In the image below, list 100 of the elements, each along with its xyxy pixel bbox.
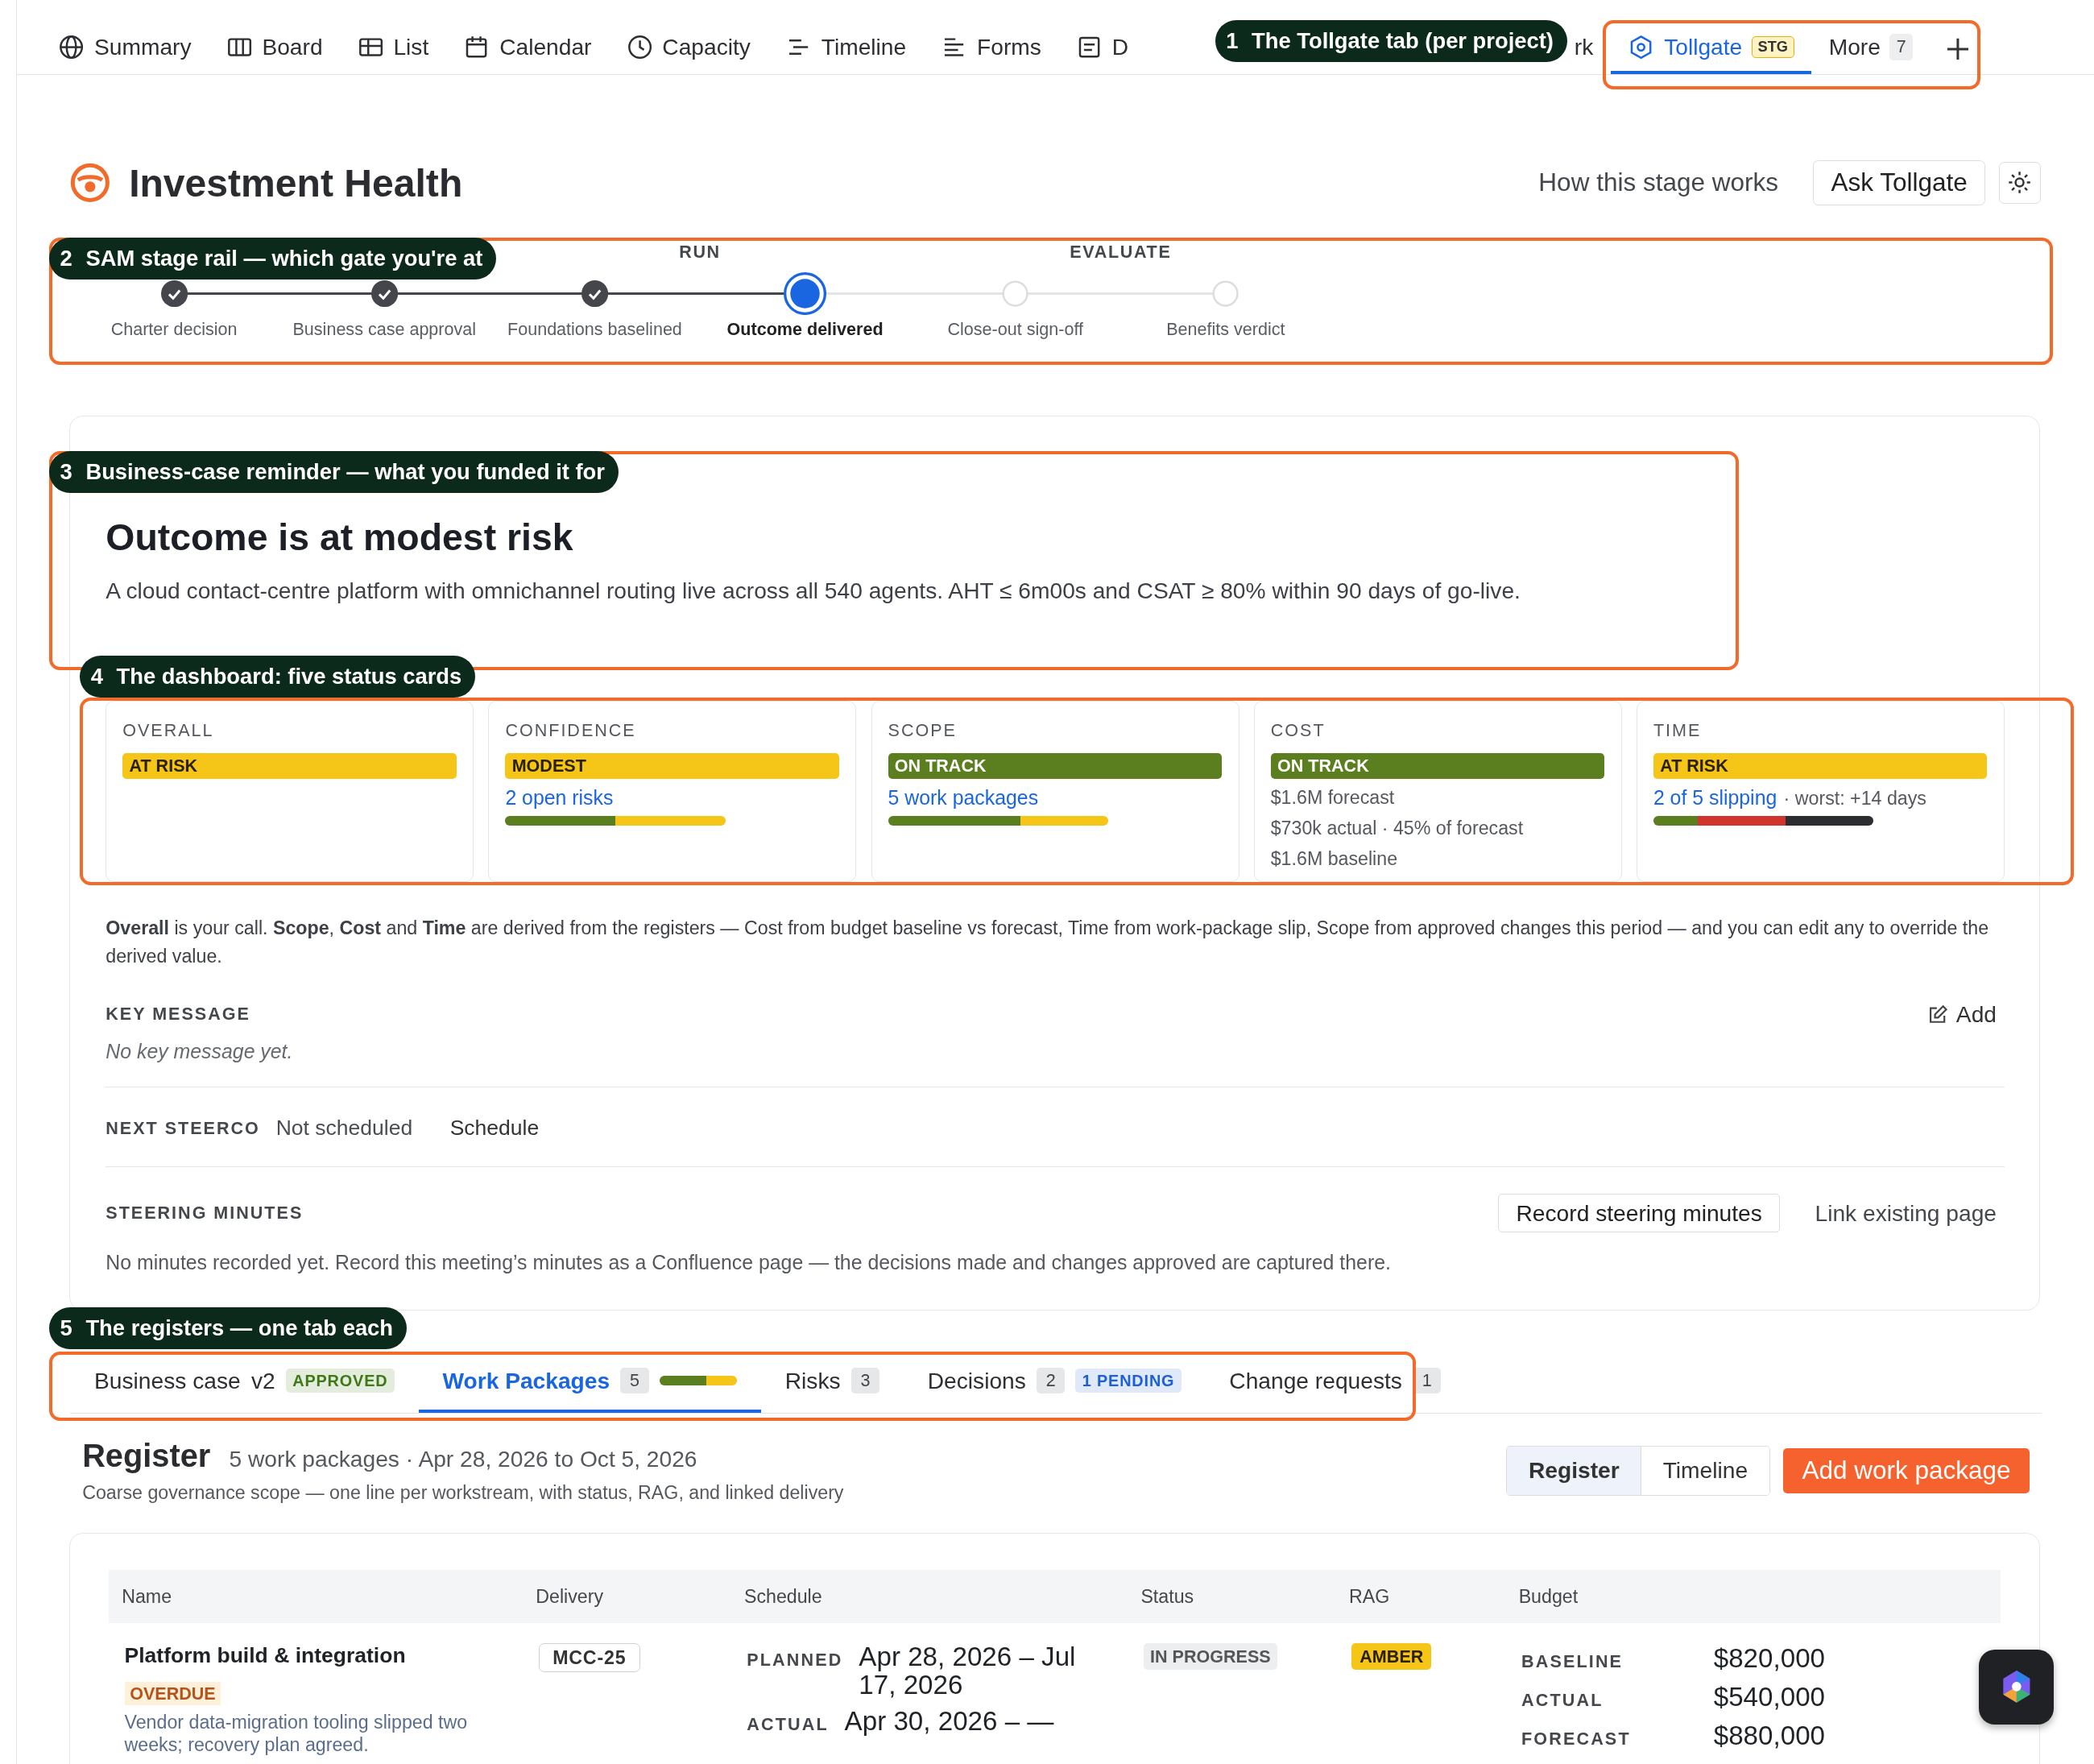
cost-line: $1.6M forecast <box>1270 785 1396 810</box>
link-button[interactable]: Link existing page <box>1806 1198 2005 1228</box>
phase-label: EVALUATE <box>1069 241 1173 263</box>
schedule-dates: Apr 30, 2026 – — <box>844 1707 1055 1736</box>
card-note: · worst: +14 days <box>1783 787 1926 810</box>
callout-label: 4 The dashboard: five status cards <box>80 656 475 698</box>
budget-value: $540,000 <box>1713 1682 1826 1713</box>
schedule-dates: Apr 28, 2026 – Jul 17, 2026 <box>859 1643 1077 1700</box>
edit-icon <box>1928 1004 1948 1025</box>
version-label: v2 <box>250 1367 275 1394</box>
rag-badge: AMBER <box>1351 1643 1432 1670</box>
assistant-button[interactable] <box>1979 1649 2055 1725</box>
tab-badge: APPROVED <box>285 1369 395 1393</box>
stage-label: Foundations baselined <box>507 318 682 340</box>
record-button[interactable]: Record steering minutes <box>1497 1193 1781 1233</box>
budget-label: FORECAST <box>1521 1728 1632 1750</box>
stage-label: Benefits verdict <box>1166 318 1285 340</box>
stage-label: Business case approval <box>292 318 477 340</box>
nav-tab[interactable]: More 7 <box>1811 23 1931 74</box>
clock-icon <box>626 33 653 60</box>
add-button[interactable]: Add <box>1920 1000 2005 1029</box>
card-label: COST <box>1270 719 1326 741</box>
tab-badge: 1 PENDING <box>1075 1369 1181 1393</box>
stage-label: Charter decision <box>110 318 238 340</box>
nav-tab[interactable]: Summary <box>40 23 209 74</box>
tab-count: 5 <box>620 1367 649 1394</box>
section-label: KEY MESSAGE <box>106 1004 250 1025</box>
column-header: Name <box>122 1585 173 1608</box>
view-toggle[interactable]: Register <box>1507 1447 1642 1495</box>
outcome-heading: Outcome is at modest risk <box>106 516 574 560</box>
schedule-label: PLANNED <box>747 1650 843 1671</box>
callout-label: 1 The Tollgate tab (per project) <box>1215 19 1567 62</box>
stage-label: Outcome delivered <box>726 318 884 340</box>
callout-label: 5 The registers — one tab each <box>49 1307 407 1350</box>
phase-label: RUN <box>678 241 722 263</box>
tab-count: 7 <box>1889 34 1913 60</box>
status-badge: ON TRACK <box>1270 752 1605 780</box>
register-tab[interactable]: Change requests 1 <box>1205 1351 1466 1414</box>
register-tab[interactable]: Risks 3 <box>760 1351 904 1414</box>
nav-tab[interactable]: Board <box>209 23 341 74</box>
register-tab[interactable]: Decisions 2 1 PENDING <box>903 1351 1206 1414</box>
budget-value: $880,000 <box>1713 1720 1826 1751</box>
globe-icon <box>58 33 85 60</box>
overdue-badge: OVERDUE <box>124 1681 221 1706</box>
nav-tab[interactable]: D <box>1058 23 1146 74</box>
status-badge: ON TRACK <box>888 752 1223 780</box>
nav-tab[interactable]: List <box>340 23 446 74</box>
tab-count: 2 <box>1037 1367 1066 1394</box>
callout-label: 2 SAM stage rail — which gate you're at <box>49 238 496 280</box>
section-label: NEXT STEERCO <box>106 1117 260 1139</box>
status-badge: AT RISK <box>1653 752 1988 780</box>
budget-label: ACTUAL <box>1521 1690 1604 1712</box>
ask-button[interactable]: Ask Tollgate <box>1813 160 1986 205</box>
status-badge: IN PROGRESS <box>1143 1643 1277 1670</box>
card-label: TIME <box>1653 719 1703 741</box>
callout-label: 3 Business-case reminder — what you funded it for <box>49 451 619 494</box>
nav-tab[interactable]: Calendar <box>445 23 609 74</box>
stage-label: Close-out sign-off <box>947 318 1083 340</box>
outcome-description: A cloud contact-centre platform with omnichannel routing live across all 540 agents. AHT ≤ 6m00s and CSAT ≥ 80% within 90 days of go-live. <box>106 578 1521 605</box>
nav-tab[interactable]: Forms <box>923 23 1059 74</box>
steerco-value: Not scheduled <box>275 1116 413 1141</box>
card-link[interactable]: 5 work packages <box>888 785 1039 810</box>
package-name: Platform build & integration <box>124 1643 406 1669</box>
budget-value: $820,000 <box>1713 1643 1826 1675</box>
column-header: Delivery <box>536 1585 605 1608</box>
column-header: RAG <box>1349 1585 1391 1608</box>
register-subtitle: Coarse governance scope — one line per workstream, with status, RAG, and linked delivery <box>82 1481 845 1504</box>
cost-line: $1.6M baseline <box>1270 847 1399 871</box>
nav-tab[interactable]: rk <box>1570 23 1598 74</box>
section-label: STEERING MINUTES <box>106 1203 304 1224</box>
card-label: OVERALL <box>122 719 215 741</box>
card-link[interactable]: 2 of 5 slipping <box>1653 785 1777 810</box>
cost-line: $730k actual · 45% of forecast <box>1270 816 1525 840</box>
delivery-key[interactable]: MCC-25 <box>538 1643 641 1672</box>
empty-message: No key message yet. <box>106 1039 294 1063</box>
column-header: Budget <box>1518 1585 1579 1608</box>
nav-tab[interactable]: Tollgate STG <box>1610 23 1812 74</box>
register-tab[interactable]: Business case v2 APPROVED <box>70 1351 419 1414</box>
tab-badge: STG <box>1751 35 1794 58</box>
schedule-label: ACTUAL <box>747 1713 829 1735</box>
register-tab[interactable]: Work Packages 5 <box>418 1351 761 1414</box>
card-label: SCOPE <box>888 719 958 741</box>
column-header: Schedule <box>743 1585 823 1608</box>
nav-tab[interactable]: Timeline <box>768 23 924 74</box>
settings-button[interactable] <box>1999 162 2041 204</box>
register-title: Register <box>82 1438 211 1474</box>
page-title: Investment Health <box>129 159 463 205</box>
explanation-text: Overall is your call. Scope, Cost and Time are derived from the registers — Cost from budget baseline vs forecast, Time from work-package slip, Scope from approved changes this period — and you can edit any to override the derived value. <box>106 916 1990 968</box>
schedule-button[interactable]: Schedule <box>441 1114 548 1142</box>
nav-tab[interactable]: Capacity <box>609 23 768 74</box>
card-link[interactable]: 2 open risks <box>505 785 614 810</box>
column-header: Status <box>1140 1585 1195 1608</box>
status-badge: MODEST <box>505 752 839 780</box>
card-label: CONFIDENCE <box>505 719 637 741</box>
status-badge: AT RISK <box>122 752 457 780</box>
tab-count: 3 <box>850 1367 879 1394</box>
register-summary: 5 work packages · Apr 28, 2026 to Oct 5, 2026 <box>229 1446 697 1472</box>
budget-label: BASELINE <box>1521 1651 1624 1673</box>
help-link[interactable]: How this stage works <box>1538 168 1778 198</box>
plus-icon <box>1946 36 1971 61</box>
